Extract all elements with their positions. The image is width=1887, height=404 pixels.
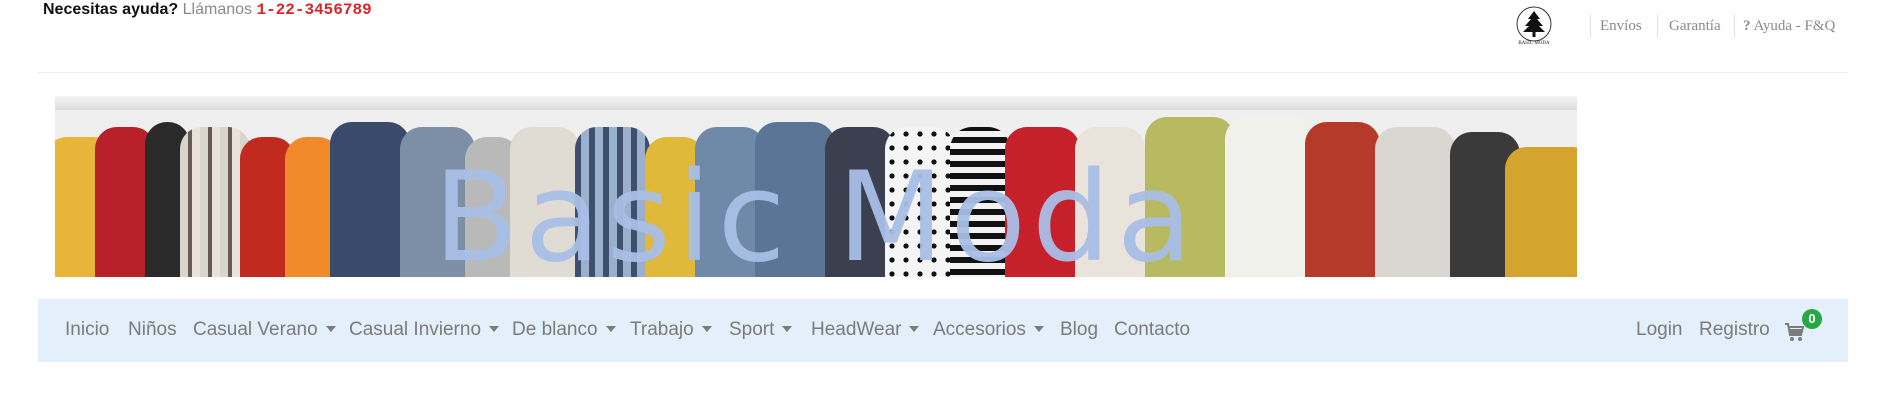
nav-item-blog[interactable]: Blog — [1060, 319, 1098, 341]
chevron-down-icon — [605, 326, 616, 332]
cart-button[interactable]: 0 — [1784, 309, 1824, 345]
nav-label: Accesorios — [933, 319, 1026, 340]
nav-label: Niños — [128, 319, 177, 340]
tree-logo-icon — [1516, 6, 1552, 42]
brand-logo[interactable]: BASIC MODA — [1514, 6, 1554, 48]
nav-item-trabajo[interactable]: Trabajo — [630, 319, 712, 341]
top-links: Envíos Garantía ? Ayuda - F&Q — [1590, 14, 1887, 38]
top-bar: Necesitas ayuda? Llámanos 1-22-3456789 B… — [0, 0, 1887, 74]
nav-item-sport[interactable]: Sport — [729, 319, 793, 341]
nav-item-casual-invierno[interactable]: Casual Invierno — [349, 319, 500, 341]
login-link[interactable]: Login — [1636, 319, 1683, 341]
divider — [1590, 14, 1591, 38]
divider — [1657, 14, 1658, 38]
chevron-down-icon — [325, 326, 336, 332]
chevron-down-icon — [782, 326, 793, 332]
link-envios[interactable]: Envíos — [1600, 18, 1642, 35]
nav-label: Casual Verano — [193, 319, 318, 340]
chevron-down-icon — [701, 326, 712, 332]
nav-label: De blanco — [512, 319, 598, 340]
logo-caption: BASIC MODA — [1518, 41, 1550, 46]
main-navbar: Inicio Niños Casual Verano Casual Invier… — [38, 299, 1848, 362]
nav-item-contacto[interactable]: Contacto — [1114, 319, 1190, 341]
chevron-down-icon — [1033, 326, 1044, 332]
nav-item-casual-verano[interactable]: Casual Verano — [193, 319, 336, 341]
nav-item-ninos[interactable]: Niños — [128, 319, 177, 341]
divider — [1734, 14, 1735, 38]
header-divider — [38, 72, 1848, 73]
help-contact: Necesitas ayuda? Llámanos 1-22-3456789 — [43, 1, 372, 19]
nav-item-accesorios[interactable]: Accesorios — [933, 319, 1044, 341]
phone-number[interactable]: 1-22-3456789 — [256, 1, 371, 19]
nav-item-inicio[interactable]: Inicio — [65, 319, 109, 341]
banner-title: Basic Moda — [433, 146, 1199, 277]
nav-label: Trabajo — [630, 319, 694, 340]
nav-label: Contacto — [1114, 319, 1191, 340]
nav-item-headwear[interactable]: HeadWear — [811, 319, 920, 341]
nav-label: Casual Invierno — [349, 319, 482, 340]
cart-count-badge: 0 — [1802, 309, 1822, 329]
nav-label: Inicio — [65, 319, 110, 340]
link-garantia[interactable]: Garantía — [1669, 18, 1721, 35]
question-icon: ? — [1743, 18, 1751, 34]
nav-label: Sport — [729, 319, 775, 340]
nav-label: Blog — [1060, 319, 1099, 340]
call-label: Llámanos — [182, 1, 253, 18]
register-link[interactable]: Registro — [1699, 319, 1770, 341]
nav-label: HeadWear — [811, 319, 902, 340]
chevron-down-icon — [489, 326, 500, 332]
help-question: Necesitas ayuda? — [43, 1, 179, 18]
nav-item-de-blanco[interactable]: De blanco — [512, 319, 616, 341]
hero-banner: Basic Moda — [55, 96, 1577, 277]
chevron-down-icon — [909, 326, 920, 332]
link-ayuda[interactable]: ? Ayuda - F&Q — [1743, 18, 1835, 35]
link-ayuda-label: Ayuda - F&Q — [1753, 18, 1836, 34]
